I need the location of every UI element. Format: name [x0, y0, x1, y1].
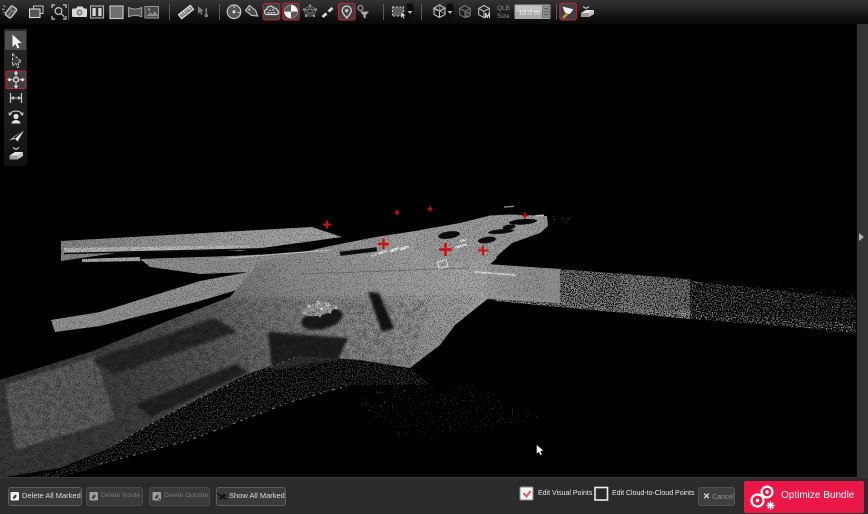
svg-text:M: M	[485, 13, 491, 20]
svg-text:QLB: QLB	[497, 5, 510, 12]
svg-text:10.0 m: 10.0 m	[519, 10, 541, 17]
svg-text:Size:: Size:	[497, 13, 512, 20]
